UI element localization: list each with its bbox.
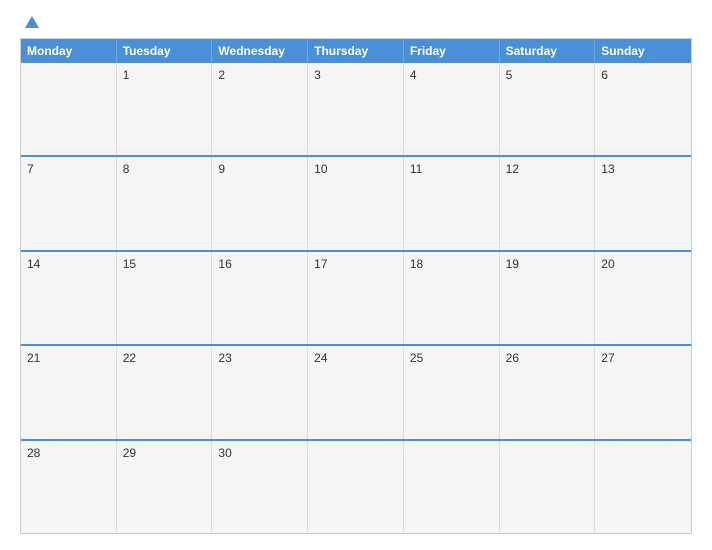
logo-triangle-icon xyxy=(25,16,39,28)
day-number: 24 xyxy=(314,351,327,365)
calendar-day-26: 26 xyxy=(500,346,596,438)
day-number: 11 xyxy=(410,162,422,176)
calendar-day-empty xyxy=(595,441,691,533)
logo xyxy=(20,16,39,28)
day-number: 10 xyxy=(314,162,327,176)
calendar-day-25: 25 xyxy=(404,346,500,438)
day-number: 20 xyxy=(601,257,614,271)
calendar-day-28: 28 xyxy=(21,441,117,533)
calendar-day-30: 30 xyxy=(212,441,308,533)
day-number: 7 xyxy=(27,162,34,176)
calendar-day-6: 6 xyxy=(595,63,691,155)
day-number: 1 xyxy=(123,68,130,82)
day-number: 25 xyxy=(410,351,423,365)
calendar-day-3: 3 xyxy=(308,63,404,155)
day-number: 4 xyxy=(410,68,417,82)
day-number: 23 xyxy=(218,351,231,365)
day-number: 30 xyxy=(218,446,231,460)
calendar-day-empty xyxy=(21,63,117,155)
calendar-day-15: 15 xyxy=(117,252,213,344)
calendar-day-18: 18 xyxy=(404,252,500,344)
calendar-day-16: 16 xyxy=(212,252,308,344)
calendar-day-14: 14 xyxy=(21,252,117,344)
calendar-day-12: 12 xyxy=(500,157,596,249)
calendar-day-empty xyxy=(308,441,404,533)
day-number: 3 xyxy=(314,68,321,82)
day-number: 5 xyxy=(506,68,513,82)
calendar-header-row: MondayTuesdayWednesdayThursdayFridaySatu… xyxy=(21,39,691,63)
calendar-day-23: 23 xyxy=(212,346,308,438)
weekday-header-thursday: Thursday xyxy=(308,39,404,63)
weekday-header-wednesday: Wednesday xyxy=(212,39,308,63)
calendar-day-5: 5 xyxy=(500,63,596,155)
calendar-week-1: 1 2 3 4 5 6 xyxy=(21,63,691,155)
day-number: 16 xyxy=(218,257,231,271)
weekday-header-monday: Monday xyxy=(21,39,117,63)
calendar-body: 1234567891011121314151617181920212223242… xyxy=(21,63,691,533)
day-number: 19 xyxy=(506,257,519,271)
calendar-day-9: 9 xyxy=(212,157,308,249)
header xyxy=(20,16,692,28)
day-number: 15 xyxy=(123,257,136,271)
calendar-day-7: 7 xyxy=(21,157,117,249)
weekday-header-saturday: Saturday xyxy=(500,39,596,63)
day-number: 28 xyxy=(27,446,40,460)
day-number: 6 xyxy=(601,68,608,82)
calendar-day-21: 21 xyxy=(21,346,117,438)
calendar-day-11: 11 xyxy=(404,157,500,249)
calendar-day-29: 29 xyxy=(117,441,213,533)
calendar-page: MondayTuesdayWednesdayThursdayFridaySatu… xyxy=(0,0,712,550)
calendar-day-22: 22 xyxy=(117,346,213,438)
calendar-grid: MondayTuesdayWednesdayThursdayFridaySatu… xyxy=(20,38,692,534)
calendar-week-2: 7 8 9 10 11 12 13 xyxy=(21,155,691,249)
weekday-header-tuesday: Tuesday xyxy=(117,39,213,63)
calendar-day-17: 17 xyxy=(308,252,404,344)
calendar-day-10: 10 xyxy=(308,157,404,249)
calendar-day-27: 27 xyxy=(595,346,691,438)
weekday-header-friday: Friday xyxy=(404,39,500,63)
day-number: 13 xyxy=(601,162,614,176)
calendar-week-5: 28 29 30 xyxy=(21,439,691,533)
calendar-day-empty xyxy=(404,441,500,533)
day-number: 2 xyxy=(218,68,225,82)
day-number: 18 xyxy=(410,257,423,271)
day-number: 12 xyxy=(506,162,519,176)
weekday-header-sunday: Sunday xyxy=(595,39,691,63)
calendar-week-3: 14 15 16 17 18 19 20 xyxy=(21,250,691,344)
calendar-day-4: 4 xyxy=(404,63,500,155)
logo-blue-text xyxy=(20,16,39,28)
day-number: 27 xyxy=(601,351,614,365)
calendar-day-19: 19 xyxy=(500,252,596,344)
day-number: 14 xyxy=(27,257,40,271)
day-number: 29 xyxy=(123,446,136,460)
day-number: 22 xyxy=(123,351,136,365)
calendar-day-empty xyxy=(500,441,596,533)
calendar-day-2: 2 xyxy=(212,63,308,155)
day-number: 21 xyxy=(27,351,40,365)
calendar-week-4: 21 22 23 24 25 26 27 xyxy=(21,344,691,438)
day-number: 8 xyxy=(123,162,130,176)
calendar-day-13: 13 xyxy=(595,157,691,249)
calendar-day-1: 1 xyxy=(117,63,213,155)
day-number: 9 xyxy=(218,162,225,176)
day-number: 26 xyxy=(506,351,519,365)
day-number: 17 xyxy=(314,257,327,271)
calendar-day-24: 24 xyxy=(308,346,404,438)
calendar-day-20: 20 xyxy=(595,252,691,344)
calendar-day-8: 8 xyxy=(117,157,213,249)
